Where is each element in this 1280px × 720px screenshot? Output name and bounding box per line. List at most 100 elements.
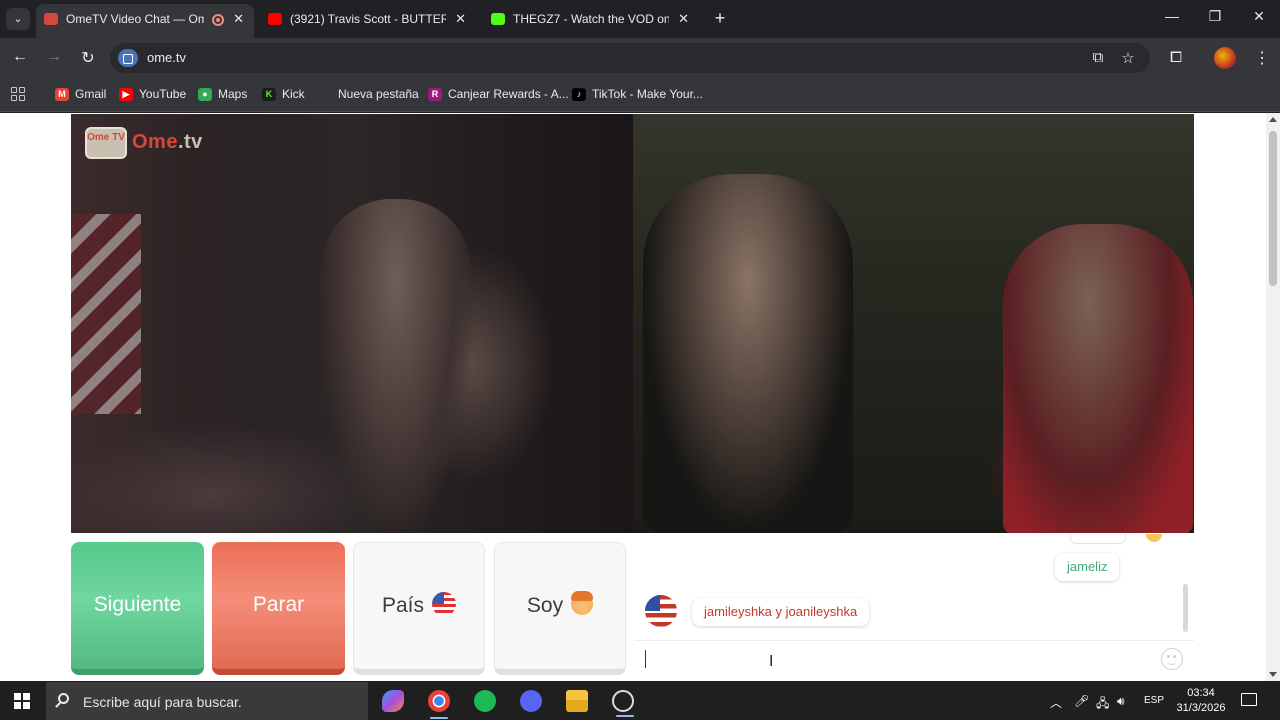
- clock-time: 03:34: [1187, 687, 1215, 699]
- file-explorer-icon[interactable]: [566, 690, 588, 712]
- kick-icon: K: [262, 88, 276, 101]
- tab-title: OmeTV Video Chat — Ome: [66, 12, 204, 26]
- chrome-icon[interactable]: [428, 690, 450, 719]
- scroll-down-icon[interactable]: [1269, 672, 1277, 677]
- install-app-icon[interactable]: ⧉: [1088, 49, 1108, 66]
- browser-toolbar: ← → ↻ ome.tv ⧉ ☆ ⧠ ⋮: [0, 38, 1280, 78]
- tab-ometv[interactable]: OmeTV Video Chat — Ome ✕: [36, 4, 254, 38]
- ometv-page: Ome TV Ome.tv Siguiente Parar País Soy j…: [0, 113, 1280, 681]
- us-flag-icon: [432, 592, 457, 616]
- new-tab-button[interactable]: +: [710, 8, 730, 29]
- youtube-icon: ▶: [119, 88, 133, 101]
- logo-text-ome: Ome: [132, 131, 178, 153]
- url-text[interactable]: ome.tv: [147, 50, 186, 65]
- youtube-favicon-icon: [268, 13, 282, 25]
- tab-search-icon[interactable]: ⌄: [6, 8, 30, 30]
- bookmark-gmail[interactable]: M Gmail: [55, 87, 106, 101]
- rewards-icon: R: [428, 88, 442, 101]
- chat-input[interactable]: I: [634, 640, 1194, 676]
- tab-title: (3921) Travis Scott - BUTTERFLY: [290, 12, 446, 26]
- self-person-2: [1003, 224, 1193, 533]
- bookmark-label: Nueva pestaña: [338, 87, 419, 101]
- profile-avatar[interactable]: [1214, 47, 1236, 69]
- microphone-icon[interactable]: 🎤︎: [1074, 694, 1089, 708]
- clock-date: 31/3/2026: [1176, 702, 1226, 714]
- bookmark-label: Kick: [282, 87, 305, 101]
- partner-person: [321, 199, 471, 529]
- site-info-icon[interactable]: [118, 49, 138, 67]
- search-placeholder: Escribe aquí para buscar.: [83, 694, 242, 710]
- emoji-icon: [1146, 534, 1162, 542]
- copilot-icon[interactable]: [382, 690, 404, 712]
- bookmark-label: TikTok - Make Your...: [592, 87, 703, 101]
- self-person: [643, 174, 853, 533]
- notifications-icon[interactable]: [1241, 693, 1257, 706]
- previous-message-bubble: [1070, 534, 1126, 544]
- menu-kebab-icon[interactable]: ⋮: [1254, 48, 1270, 68]
- maximize-button[interactable]: ❐: [1205, 8, 1225, 25]
- ibeam-cursor-icon: I: [769, 652, 774, 670]
- tv-logo-icon: Ome TV: [85, 127, 127, 159]
- maps-icon: ●: [198, 88, 212, 101]
- obs-icon[interactable]: [612, 690, 634, 717]
- volume-icon[interactable]: 🔊︎: [1117, 694, 1125, 709]
- bookmark-maps[interactable]: ● Maps: [198, 87, 247, 101]
- bookmark-rewards[interactable]: R Canjear Rewards - A...: [428, 87, 569, 101]
- chat-panel: jameliz jamileyshka y joanileyshka I: [634, 534, 1194, 676]
- spotify-icon[interactable]: [474, 690, 496, 712]
- scroll-thumb[interactable]: [1269, 131, 1277, 286]
- country-button[interactable]: País: [353, 542, 485, 675]
- logo-text: Ome.tv: [132, 131, 203, 154]
- gmail-icon: M: [55, 88, 69, 101]
- partner-message-bubble: jamileyshka y joanileyshka: [692, 598, 870, 626]
- tiktok-icon: ♪: [572, 88, 586, 101]
- gender-button-label: Soy: [526, 594, 564, 617]
- tray-chevron-icon[interactable]: ︿: [1050, 694, 1062, 711]
- bookmark-nueva-pestana[interactable]: Nueva pestaña: [318, 87, 419, 101]
- discord-icon[interactable]: [520, 690, 542, 712]
- next-button[interactable]: Siguiente: [71, 542, 204, 675]
- forward-arrow-icon[interactable]: →: [44, 48, 64, 66]
- tab-youtube[interactable]: (3921) Travis Scott - BUTTERFLY ✕: [260, 4, 476, 38]
- apps-grid-icon[interactable]: [11, 87, 25, 101]
- system-clock[interactable]: 03:34 31/3/2026: [1170, 686, 1232, 716]
- tab-kick[interactable]: THEGZ7 - Watch the VOD on Ki ✕: [483, 4, 699, 38]
- stop-button[interactable]: Parar: [212, 542, 345, 675]
- bookmark-label: Canjear Rewards - A...: [448, 87, 569, 101]
- logo-text-tv: .tv: [177, 131, 203, 153]
- bookmark-tiktok[interactable]: ♪ TikTok - Make Your...: [572, 87, 703, 101]
- gender-button[interactable]: Soy: [494, 542, 626, 675]
- scroll-up-icon[interactable]: [1269, 117, 1277, 122]
- ometv-favicon-icon: [44, 13, 58, 25]
- country-button-label: País: [381, 594, 425, 617]
- my-message-bubble: jameliz: [1055, 553, 1120, 581]
- bookmark-kick[interactable]: K Kick: [262, 87, 305, 101]
- emoji-picker-icon[interactable]: [1161, 648, 1183, 670]
- partner-video: Ome TV Ome.tv: [71, 114, 633, 533]
- search-icon: [58, 693, 69, 704]
- extensions-icon[interactable]: ⧠: [1166, 49, 1186, 66]
- background-pillow: [71, 214, 141, 414]
- close-tab-icon[interactable]: ✕: [678, 4, 689, 34]
- close-window-button[interactable]: ✕: [1249, 8, 1269, 25]
- next-button-label: Siguiente: [93, 593, 182, 616]
- close-tab-icon[interactable]: ✕: [233, 4, 244, 34]
- minimize-button[interactable]: —: [1162, 8, 1182, 24]
- back-arrow-icon[interactable]: ←: [10, 48, 30, 66]
- bookmark-label: YouTube: [139, 87, 187, 101]
- partner-us-flag-icon: [645, 595, 677, 627]
- chat-scrollbar[interactable]: [1183, 584, 1188, 632]
- boy-emoji-icon: [571, 591, 594, 615]
- taskbar-search[interactable]: Escribe aquí para buscar.: [46, 682, 368, 720]
- language-indicator[interactable]: ESP: [1144, 695, 1164, 706]
- close-tab-icon[interactable]: ✕: [455, 4, 466, 34]
- bookmark-youtube[interactable]: ▶ YouTube: [119, 87, 186, 101]
- windows-start-icon[interactable]: [14, 693, 30, 709]
- reload-icon[interactable]: ↻: [78, 48, 98, 68]
- bookmark-star-icon[interactable]: ☆: [1118, 49, 1138, 67]
- page-scrollbar[interactable]: [1266, 113, 1280, 681]
- windows-taskbar: Escribe aquí para buscar. ︿ 🎤︎ 🖧 🔊︎ ESP …: [0, 682, 1280, 720]
- address-bar[interactable]: ome.tv: [110, 43, 1150, 73]
- network-icon[interactable]: 🖧: [1096, 694, 1109, 715]
- text-caret: [645, 650, 646, 668]
